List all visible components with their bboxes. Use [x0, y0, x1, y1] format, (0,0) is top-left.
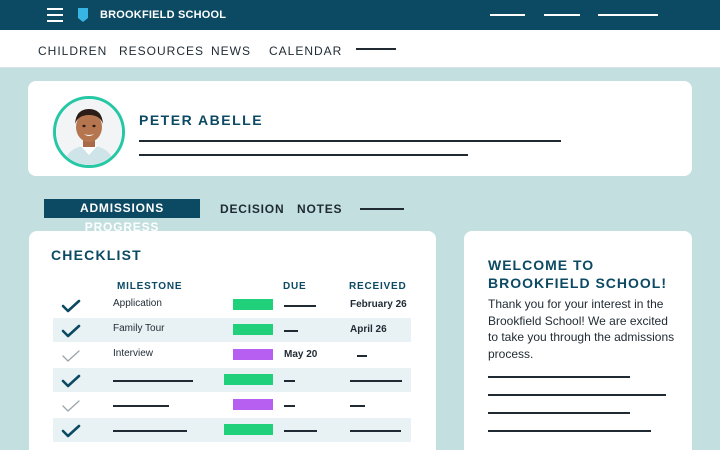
due-date: May 20	[284, 349, 318, 360]
hamburger-icon[interactable]	[47, 8, 63, 22]
tab-notes[interactable]: NOTES	[297, 202, 342, 216]
due-header: DUE	[283, 281, 307, 292]
tab-decision[interactable]: DECISION	[220, 202, 284, 216]
table-row[interactable]: Interview May 20	[53, 343, 411, 367]
status-bar	[233, 349, 273, 360]
status-bar	[233, 299, 273, 310]
welcome-text: Thank you for your interest in the Brook…	[488, 297, 675, 361]
profile-card	[28, 81, 692, 176]
checkmark-light-icon	[62, 350, 80, 362]
profile-detail-line-1	[139, 140, 561, 142]
welcome-title: WELCOME TO BROOKFIELD SCHOOL!	[488, 257, 667, 291]
due-placeholder	[284, 380, 295, 382]
status-bar	[224, 374, 273, 385]
checkmark-icon	[61, 374, 81, 388]
welcome-link-placeholder-2[interactable]	[488, 394, 666, 396]
received-placeholder	[350, 405, 365, 407]
received-placeholder	[350, 430, 401, 432]
due-placeholder	[284, 405, 295, 407]
checkmark-icon	[61, 324, 81, 338]
table-row[interactable]	[53, 393, 411, 417]
checklist-title: CHECKLIST	[51, 247, 142, 263]
table-row[interactable]: Application February 26	[53, 293, 411, 317]
milestone-label: Family Tour	[113, 323, 165, 334]
top-bar: BROOKFIELD SCHOOL	[0, 0, 720, 30]
nav-item-resources[interactable]: RESOURCES	[119, 44, 204, 58]
received-date: April 26	[350, 324, 387, 335]
checkmark-light-icon	[62, 400, 80, 412]
avatar	[53, 96, 125, 168]
milestone-label: Application	[113, 298, 162, 309]
student-avatar-icon	[56, 99, 122, 165]
received-header: RECEIVED	[349, 281, 407, 292]
status-bar	[233, 324, 273, 335]
due-placeholder	[284, 430, 317, 432]
milestone-label: Interview	[113, 348, 154, 359]
nav-item-calendar[interactable]: CALENDAR	[269, 44, 342, 58]
nav-item-children[interactable]: CHILDREN	[38, 44, 107, 58]
brand-name[interactable]: BROOKFIELD SCHOOL	[100, 9, 226, 21]
welcome-link-placeholder-3[interactable]	[488, 412, 630, 414]
status-bar	[224, 424, 273, 435]
tab-placeholder[interactable]	[360, 208, 404, 210]
top-link-placeholder-3[interactable]	[598, 14, 658, 16]
tab-admissions-progress[interactable]: ADMISSIONS PROGRESS	[44, 199, 200, 234]
table-row[interactable]	[53, 418, 411, 442]
checkmark-icon	[61, 299, 81, 313]
milestone-header: MILESTONE	[117, 281, 183, 292]
welcome-link-placeholder-1[interactable]	[488, 376, 630, 378]
received-placeholder	[350, 380, 402, 382]
received-placeholder	[357, 355, 367, 357]
milestone-placeholder	[113, 405, 169, 407]
nav-item-placeholder[interactable]	[356, 48, 396, 50]
school-logo-icon	[78, 8, 88, 22]
nav-item-news[interactable]: NEWS	[211, 44, 251, 58]
due-placeholder	[284, 305, 316, 307]
received-date: February 26	[350, 299, 407, 310]
top-link-placeholder-2[interactable]	[544, 14, 580, 16]
welcome-link-placeholder-4[interactable]	[488, 430, 651, 432]
top-link-placeholder-1[interactable]	[490, 14, 525, 16]
milestone-placeholder	[113, 380, 193, 382]
profile-detail-line-2	[139, 154, 468, 156]
status-bar	[233, 399, 273, 410]
table-row[interactable]	[53, 368, 411, 392]
due-placeholder	[284, 330, 298, 332]
table-row[interactable]: Family Tour April 26	[53, 318, 411, 342]
checkmark-icon	[61, 424, 81, 438]
student-name: PETER ABELLE	[139, 112, 264, 128]
milestone-placeholder	[113, 430, 187, 432]
